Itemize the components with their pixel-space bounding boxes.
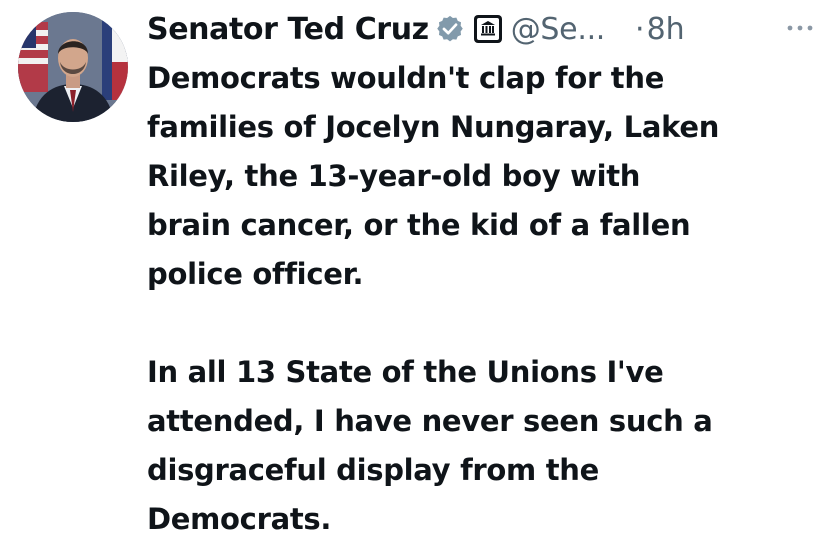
government-building-icon[interactable] bbox=[473, 14, 503, 44]
tweet-paragraph: In all 13 State of the Unions I've atten… bbox=[147, 355, 713, 536]
tweet-text: Democrats wouldn't clap for the families… bbox=[147, 54, 817, 544]
tweet-paragraph: Democrats wouldn't clap for the families… bbox=[147, 61, 720, 291]
timestamp[interactable]: 8h bbox=[647, 12, 685, 47]
avatar-image bbox=[18, 12, 128, 122]
avatar[interactable] bbox=[18, 12, 128, 122]
tweet-header: Senator Ted Cruz @Se... · 8h bbox=[147, 6, 817, 52]
verified-badge-icon[interactable] bbox=[435, 14, 465, 44]
author-handle[interactable]: @Se... bbox=[511, 12, 606, 47]
more-options-icon[interactable] bbox=[783, 16, 817, 40]
author-display-name[interactable]: Senator Ted Cruz bbox=[147, 12, 429, 47]
tweet: Senator Ted Cruz @Se... · 8h Democrats w… bbox=[0, 0, 828, 541]
separator-dot: · bbox=[635, 11, 645, 47]
